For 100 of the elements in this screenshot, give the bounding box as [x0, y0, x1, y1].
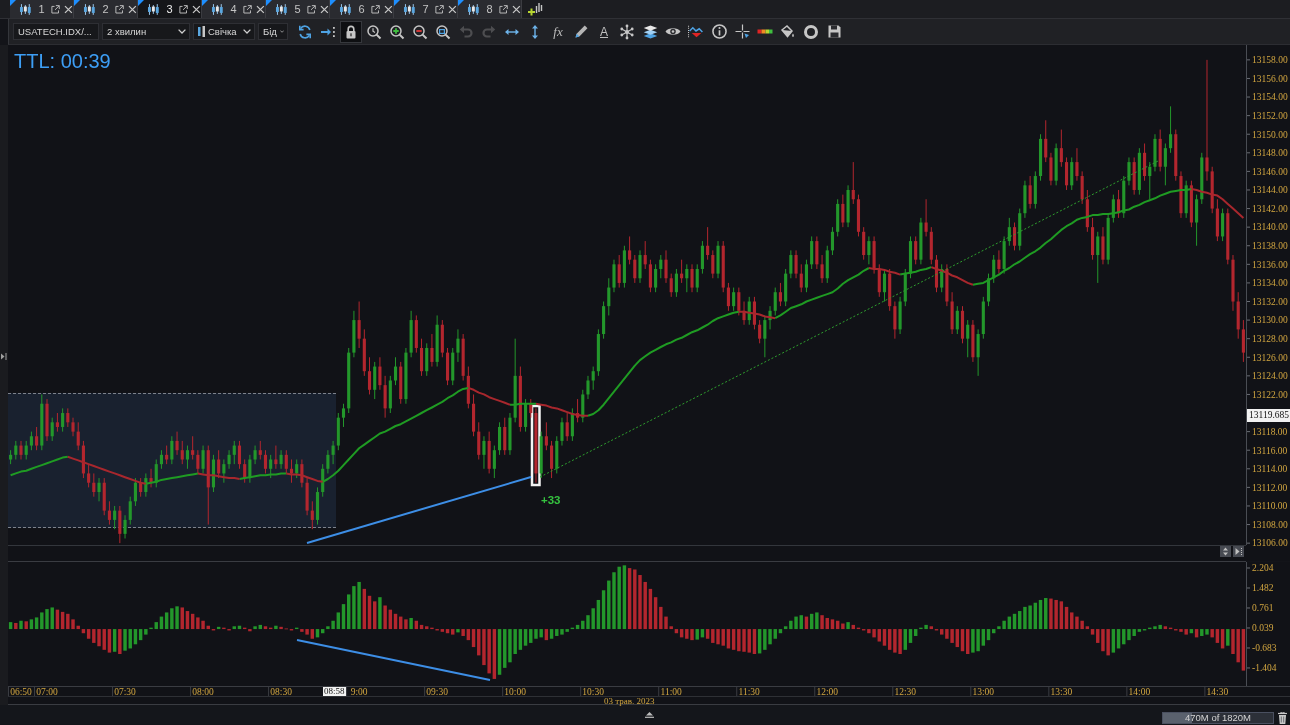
- chart-tab[interactable]: 3: [138, 0, 202, 18]
- time-axis-label: 11:30: [738, 686, 760, 696]
- time-axis-label: 11:00: [660, 686, 682, 696]
- close-icon[interactable]: [320, 4, 329, 14]
- time-axis-label: 06:50: [10, 686, 32, 696]
- price-side-dropdown[interactable]: Бід: [258, 23, 288, 40]
- updown-arrows-icon[interactable]: [1220, 546, 1231, 557]
- period-dropdown[interactable]: 2 хвилин: [102, 23, 190, 40]
- popout-icon[interactable]: [243, 4, 253, 14]
- caret-icon: [279, 29, 284, 34]
- candlestick-icon: [403, 3, 416, 15]
- popout-icon[interactable]: [51, 4, 61, 14]
- price-axis-label: 13146.00: [1252, 166, 1288, 177]
- corner-triangle-icon: [138, 0, 144, 6]
- time-axis-label: 13:00: [972, 686, 995, 696]
- price-axis-label: 13132.00: [1252, 296, 1288, 307]
- wave-chart-icon[interactable]: [688, 25, 704, 38]
- caret-icon: [243, 29, 251, 34]
- price-axis-label: 13140.00: [1252, 222, 1288, 233]
- price-axis-label: 13148.00: [1252, 148, 1288, 159]
- time-axis-label: 14:30: [1206, 686, 1229, 696]
- close-icon[interactable]: [512, 4, 521, 14]
- indicator-axis-label: 1.482: [1252, 583, 1274, 594]
- formula-button[interactable]: fx: [547, 20, 569, 43]
- price-axis-label: 13142.00: [1252, 203, 1288, 214]
- close-icon[interactable]: [384, 4, 393, 14]
- trend-line[interactable]: [306, 476, 532, 544]
- price-axis-label: 13114.00: [1252, 464, 1288, 475]
- time-axis-label: 14:00: [1128, 686, 1151, 696]
- up-triangle-icon[interactable]: [645, 711, 654, 718]
- text-tool-button[interactable]: A: [593, 20, 615, 43]
- chart-tab[interactable]: 4: [202, 0, 266, 18]
- color-bar-icon[interactable]: [757, 29, 773, 34]
- crosshair-time-label: 08:58: [323, 686, 346, 696]
- price-axis-label: 13118.00: [1252, 426, 1288, 437]
- price-axis-label: 13156.00: [1252, 73, 1288, 84]
- trend-line[interactable]: [296, 638, 491, 681]
- lock-button[interactable]: [340, 20, 362, 43]
- price-axis-label: 13106.00: [1252, 538, 1288, 549]
- paint-bucket-icon[interactable]: [781, 25, 795, 38]
- measure-box[interactable]: [530, 404, 541, 487]
- time-axis-label: 10:30: [582, 686, 604, 696]
- corner-triangle-icon: [10, 0, 16, 6]
- arrow-dots-icon[interactable]: [320, 25, 336, 38]
- popout-icon[interactable]: [499, 4, 509, 14]
- play-bar-icon[interactable]: [1233, 546, 1244, 557]
- popout-icon[interactable]: [307, 4, 317, 14]
- price-axis-label: 13122.00: [1252, 389, 1288, 400]
- time-axis-label: 07:30: [114, 686, 136, 696]
- price-axis-label: 13154.00: [1252, 92, 1288, 103]
- trash-icon[interactable]: [1278, 712, 1287, 724]
- close-icon[interactable]: [64, 4, 73, 14]
- popout-icon[interactable]: [371, 4, 381, 14]
- ttl-label: TTL: 00:39: [14, 50, 111, 72]
- price-axis-label: 13144.00: [1252, 185, 1288, 196]
- vertical-arrows-icon[interactable]: [531, 23, 539, 40]
- close-icon[interactable]: [128, 4, 137, 14]
- corner-triangle-icon: [202, 0, 208, 6]
- chart-type-dropdown[interactable]: Свічка: [193, 23, 255, 40]
- dashed-trend-line[interactable]: [539, 159, 1161, 478]
- close-icon[interactable]: [256, 4, 265, 14]
- chart-tab[interactable]: 8: [458, 0, 522, 18]
- price-axis-label: 13136.00: [1252, 259, 1288, 270]
- time-axis-label: 07:00: [36, 686, 58, 696]
- time-axis-label: 08:30: [270, 686, 292, 696]
- indicator-axis-label: 2.204: [1252, 563, 1274, 574]
- chart-tab[interactable]: 5: [266, 0, 330, 18]
- close-icon[interactable]: [192, 4, 201, 14]
- candle-bars-icon: [198, 26, 205, 37]
- popout-icon[interactable]: [115, 4, 125, 14]
- instrument-dropdown[interactable]: USATECH.IDX/...: [13, 23, 99, 40]
- price-axis-label: 13158.00: [1252, 55, 1288, 66]
- candlestick-icon: [275, 3, 288, 15]
- popout-icon[interactable]: [179, 4, 189, 14]
- price-axis-label: 13112.00: [1252, 482, 1288, 493]
- corner-triangle-icon: [266, 0, 272, 6]
- time-axis-label: 9:00: [350, 686, 368, 696]
- popout-icon[interactable]: [435, 4, 445, 14]
- time-axis-label: 09:30: [426, 686, 448, 696]
- indicator-axis-label: -0.683: [1252, 643, 1277, 654]
- eye-icon[interactable]: [665, 27, 681, 36]
- chart-tab[interactable]: 6: [330, 0, 394, 18]
- expand-arrow-icon[interactable]: [0, 353, 7, 360]
- chart-tab[interactable]: 2: [74, 0, 138, 18]
- price-axis-label: 13126.00: [1252, 352, 1288, 363]
- close-icon[interactable]: [448, 4, 457, 14]
- pencil-icon[interactable]: [574, 25, 588, 38]
- crosshair-price-label: 13119.685: [1247, 409, 1290, 422]
- time-axis-label: 08:00: [192, 686, 214, 696]
- chart-tab[interactable]: 1: [10, 0, 74, 18]
- price-axis-label: 13110.00: [1252, 501, 1288, 512]
- time-axis-label: 10:00: [504, 686, 526, 696]
- lock-icon[interactable]: [345, 24, 357, 39]
- candlestick-icon: [147, 3, 160, 15]
- chart-tab[interactable]: 7: [394, 0, 458, 18]
- save-icon[interactable]: [827, 25, 841, 38]
- add-chart-icon[interactable]: [528, 2, 543, 16]
- zone-rectangle[interactable]: [8, 393, 337, 528]
- measure-label: +33: [541, 494, 561, 506]
- horizontal-arrows-icon[interactable]: [504, 27, 520, 36]
